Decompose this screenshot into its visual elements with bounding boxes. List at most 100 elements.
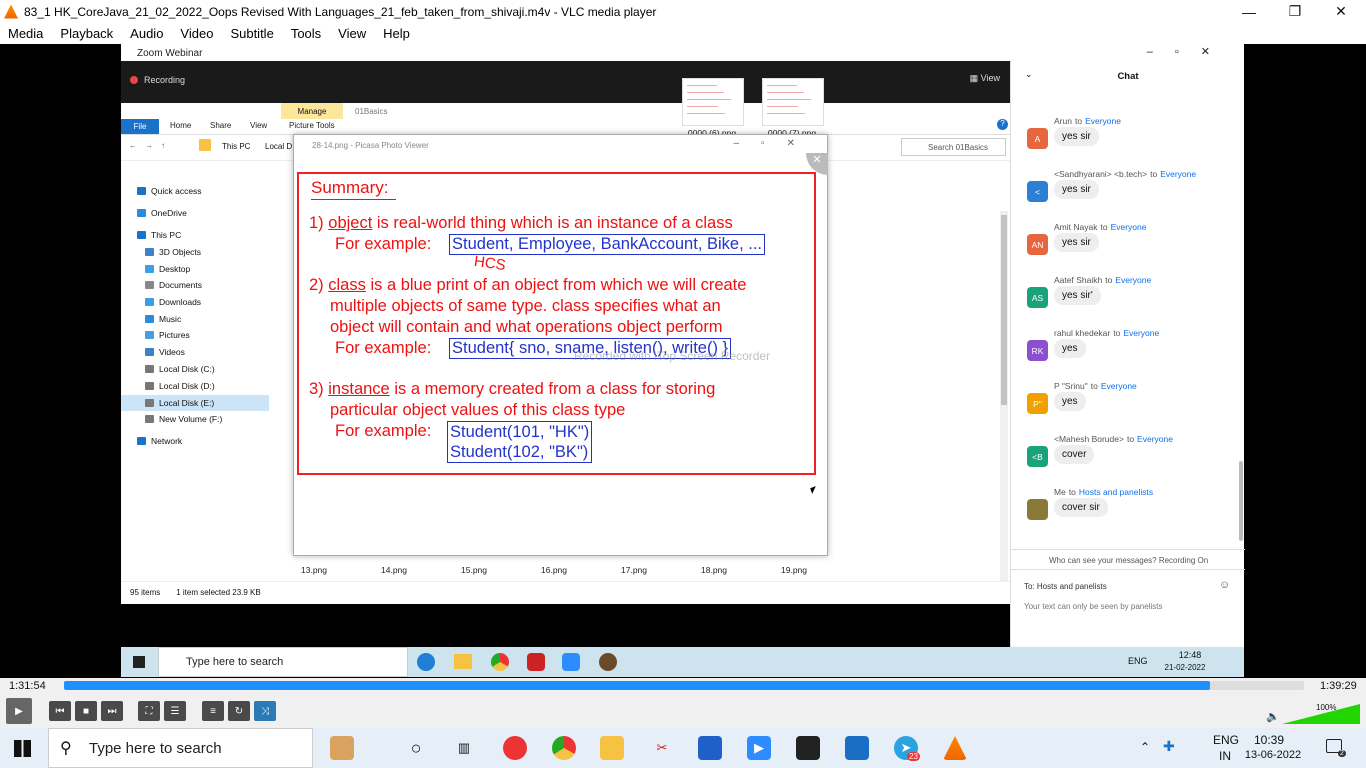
help-icon[interactable]: ? [997, 119, 1008, 130]
chat-input[interactable]: Your text can only be seen by panelists [1024, 602, 1162, 611]
nav-item[interactable]: Desktop [121, 261, 269, 277]
point-3-example-1: Student(101, "HK") [450, 423, 590, 441]
snipping-icon[interactable]: ✂ [650, 736, 674, 760]
minimize-button[interactable]: — [1226, 0, 1272, 23]
nav-item[interactable]: This PC [121, 227, 269, 243]
photos-icon[interactable] [845, 736, 869, 760]
speaker-icon[interactable]: 🔈 [1266, 710, 1280, 723]
thumbnail[interactable] [682, 78, 744, 126]
menu-playback[interactable]: Playback [60, 26, 113, 41]
recorder-app-icon[interactable] [503, 736, 527, 760]
nav-item[interactable]: Downloads [121, 294, 269, 310]
menu-audio[interactable]: Audio [130, 26, 163, 41]
nav-folder-icon [145, 281, 154, 289]
thumbnail-label[interactable]: 14.png [354, 565, 434, 575]
task-view-icon[interactable]: ▥ [452, 736, 476, 760]
to-recipient[interactable]: To: Hosts and panelists [1024, 582, 1107, 591]
nav-item[interactable]: Local Disk (C:) [121, 361, 269, 377]
breadcrumb-local-disk[interactable]: Local D [265, 142, 292, 151]
to-word: to [1074, 116, 1083, 126]
store-icon[interactable] [698, 736, 722, 760]
file-explorer-icon[interactable] [600, 736, 624, 760]
chrome-app-icon[interactable] [552, 736, 576, 760]
sticky-notes-icon[interactable] [796, 736, 820, 760]
menu-view[interactable]: View [338, 26, 366, 41]
thumbnail-label[interactable]: 13.png [274, 565, 354, 575]
lang-in[interactable]: IN [1219, 749, 1231, 763]
nav-arrows-icon[interactable]: ←→↑ [129, 141, 173, 150]
play-button[interactable]: ▶ [6, 698, 32, 724]
extended-settings-button[interactable]: ☰ [164, 701, 186, 721]
close-button[interactable]: ✕ [1318, 0, 1364, 23]
menu-media[interactable]: Media [8, 26, 43, 41]
seek-progress [64, 681, 1210, 690]
handwriting: HCS [472, 252, 507, 275]
chevron-down-icon[interactable]: ⌄ [1025, 69, 1033, 80]
nav-item[interactable]: Local Disk (D:) [121, 378, 269, 394]
emoji-icon[interactable]: ☺ [1219, 579, 1230, 591]
share-tab[interactable]: Share [210, 121, 231, 130]
lang-eng[interactable]: ENG [1213, 733, 1239, 747]
manage-tab[interactable]: Manage [281, 103, 343, 119]
scroll-thumb[interactable] [1001, 215, 1007, 405]
menu-help[interactable]: Help [383, 26, 410, 41]
window-title: 83_1 HK_CoreJava_21_02_2022_Oops Revised… [24, 4, 657, 19]
point-2-line3: object will contain and what operations … [330, 318, 723, 336]
next-button[interactable]: ⏭ [101, 701, 123, 721]
zoom-app-icon[interactable]: ▶ [747, 736, 771, 760]
who-can-see[interactable]: Who can see your messages? Recording On [1049, 556, 1208, 565]
nav-item[interactable]: New Volume (F:) [121, 411, 269, 427]
maximize-button[interactable]: ❐ [1272, 0, 1318, 23]
stop-button[interactable]: ■ [75, 701, 97, 721]
vlc-taskbar-icon[interactable] [943, 736, 967, 760]
nav-item[interactable]: Documents [121, 277, 269, 293]
thumbnail-label[interactable]: 16.png [514, 565, 594, 575]
fullscreen-button[interactable]: ⛶ [138, 701, 160, 721]
playlist-button[interactable]: ≡ [202, 701, 224, 721]
point-2: 2) class is a blue print of an object fr… [309, 276, 746, 295]
previous-button[interactable]: ⏮ [49, 701, 71, 721]
nav-item[interactable]: Videos [121, 344, 269, 360]
nav-item[interactable]: Music [121, 311, 269, 327]
nav-item[interactable]: Quick access [121, 183, 269, 199]
nav-item[interactable]: OneDrive [121, 205, 269, 221]
nav-folder-icon [145, 315, 154, 323]
message-sender: Amit Nayak to Everyone [1054, 222, 1146, 232]
scrollbar[interactable] [1000, 211, 1008, 581]
shuffle-button[interactable]: ⤨ [254, 701, 276, 721]
thumbnail[interactable] [762, 78, 824, 126]
file-tab[interactable]: File [121, 119, 159, 134]
thumbnail-label[interactable]: 18.png [674, 565, 754, 575]
recording-label: Recording [144, 75, 186, 85]
thumbnail-label[interactable]: 17.png [594, 565, 674, 575]
nav-item[interactable]: Pictures [121, 327, 269, 343]
nav-item[interactable]: Network [121, 433, 269, 449]
picasa-window-controls[interactable]: –▫✕ [734, 138, 818, 149]
nav-item[interactable]: Local Disk (E:) [121, 395, 269, 411]
view-button[interactable]: ▦ View [970, 73, 1000, 84]
chat-scrollbar[interactable] [1239, 461, 1243, 541]
thumbnail-label[interactable]: 15.png [434, 565, 514, 575]
cortana-icon[interactable]: ○ [404, 736, 428, 760]
tray-chevron-icon[interactable]: ⌃ [1140, 740, 1150, 754]
breadcrumb-this-pc[interactable]: This PC [222, 142, 250, 151]
taskbar-search[interactable]: Type here to search [48, 728, 313, 768]
menu-video[interactable]: Video [180, 26, 213, 41]
menu-subtitle[interactable]: Subtitle [230, 26, 273, 41]
nav-item[interactable]: 3D Objects [121, 244, 269, 260]
loop-button[interactable]: ↻ [228, 701, 250, 721]
cortana-graphic-icon[interactable] [330, 736, 354, 760]
clock-date[interactable]: 13-06-2022 [1243, 749, 1303, 761]
view-tab[interactable]: View [250, 121, 267, 130]
recipient-name: Everyone [1115, 275, 1152, 285]
plus-icon[interactable]: ✚ [1163, 738, 1175, 755]
picture-tools-tab[interactable]: Picture Tools [289, 121, 335, 130]
zoom-bottom-area [121, 604, 1010, 647]
explorer-search[interactable]: Search 01Basics [901, 138, 1006, 156]
thumbnail-label[interactable]: 19.png [754, 565, 834, 575]
home-tab[interactable]: Home [170, 121, 191, 130]
start-icon[interactable] [14, 740, 31, 757]
menu-tools[interactable]: Tools [291, 26, 321, 41]
point-1-example: Student, Employee, BankAccount, Bike, ..… [449, 234, 766, 255]
clock-time[interactable]: 10:39 [1249, 733, 1289, 747]
